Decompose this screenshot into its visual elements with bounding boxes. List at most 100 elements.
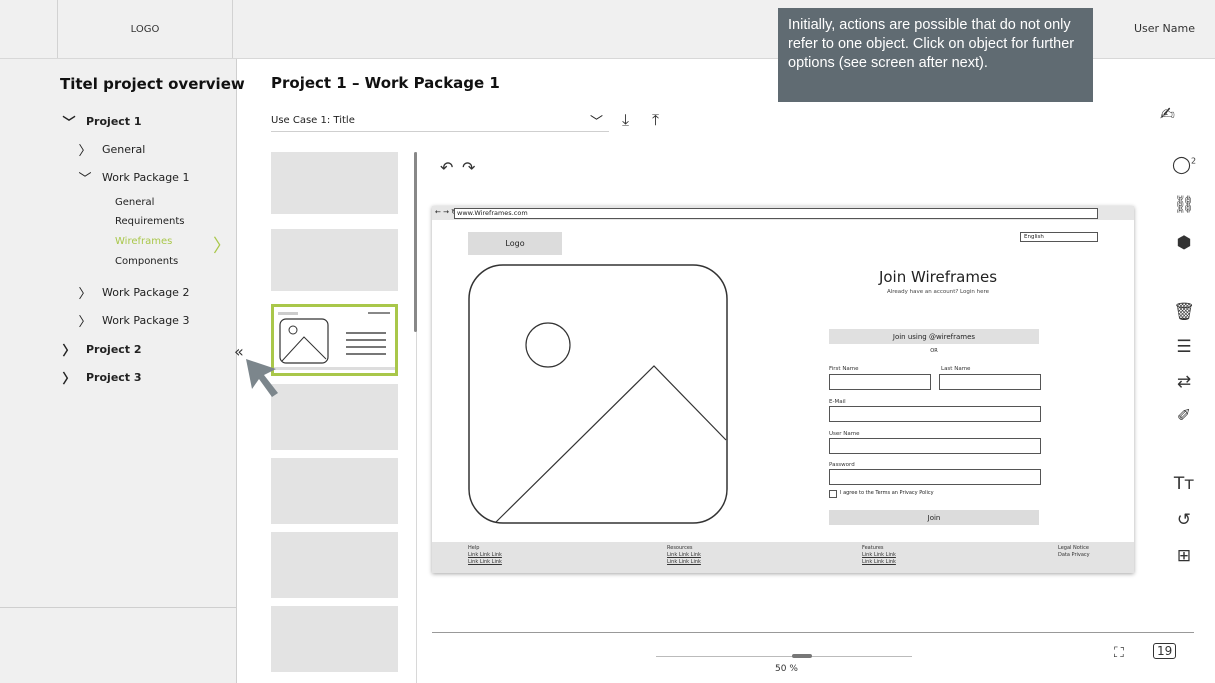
- zoom-slider-thumb[interactable]: [792, 654, 812, 658]
- page-title: Project 1 – Work Package 1: [271, 74, 500, 92]
- chevron-right-icon: 〉: [78, 287, 92, 302]
- brush-icon[interactable]: ✐: [1171, 406, 1197, 426]
- url-field: www.Wireframes.com: [454, 208, 1098, 219]
- wf-join-using-button[interactable]: Join using @wireframes: [829, 329, 1039, 344]
- redo-icon[interactable]: ↷: [462, 158, 475, 177]
- chevron-right-icon: 〉: [78, 315, 92, 330]
- comment-icon[interactable]: ◯2: [1171, 155, 1197, 175]
- tree-item-wp1[interactable]: ﹀ Work Package 1: [78, 168, 189, 187]
- wireframe-canvas[interactable]: ← → ↻ www.Wireframes.com Logo English Jo…: [432, 206, 1134, 573]
- tree-label: Project 1: [86, 115, 142, 128]
- sidebar-title: Titel project overview: [60, 75, 245, 93]
- chevron-right-icon: 〉: [78, 144, 92, 159]
- comment-count: 2: [1190, 156, 1197, 166]
- checklist-icon[interactable]: ✍: [1160, 104, 1175, 125]
- tree-item-project-2[interactable]: 〉 Project 2: [62, 340, 142, 359]
- wireframe-thumbnail[interactable]: [271, 152, 398, 214]
- wf-footer-links[interactable]: Link Link Link: [667, 559, 701, 566]
- pages-icon[interactable]: 19: [1153, 643, 1177, 659]
- info-tooltip: Initially, actions are possible that do …: [778, 8, 1093, 102]
- trash-icon[interactable]: 🗑: [1171, 302, 1197, 322]
- wf-footer-links[interactable]: Link Link Link: [468, 552, 502, 559]
- tree-item-components[interactable]: Components: [115, 256, 178, 267]
- chevron-right-icon: 〉: [213, 236, 231, 257]
- browser-bar: ← → ↻ www.Wireframes.com: [432, 206, 1134, 220]
- tree-label: Work Package 3: [102, 314, 190, 327]
- wf-or-label: OR: [930, 348, 938, 354]
- wf-footer-help: Help Link Link Link Link Link Link: [468, 545, 502, 566]
- wf-title[interactable]: Join Wireframes: [832, 268, 1044, 286]
- wf-username-input[interactable]: [829, 438, 1041, 454]
- tree-item-wp3[interactable]: 〉 Work Package 3: [78, 311, 189, 330]
- use-case-select[interactable]: Use Case 1: Title ﹀: [271, 110, 609, 132]
- wireframe-thumbnail[interactable]: [271, 532, 398, 598]
- tree-item-wp1-general[interactable]: General: [115, 197, 154, 208]
- wf-image-placeholder[interactable]: [468, 264, 730, 526]
- list-icon[interactable]: ☰: [1171, 337, 1197, 357]
- wf-footer-links[interactable]: Link Link Link: [862, 559, 896, 566]
- use-case-value: Use Case 1: Title: [271, 115, 355, 126]
- bottom-divider: [432, 632, 1194, 633]
- app-logo[interactable]: LOGO: [57, 0, 233, 58]
- wireframe-thumbnail[interactable]: [271, 606, 398, 672]
- wf-agree-label: I agree to the Terms an Privacy Policy: [840, 490, 934, 496]
- wf-join-button[interactable]: Join: [829, 510, 1039, 525]
- download-icon[interactable]: ⤓: [622, 110, 629, 130]
- wf-first-name-input[interactable]: [829, 374, 931, 390]
- chevron-right-icon: 〉: [62, 372, 76, 387]
- sidebar-divider: [0, 607, 236, 608]
- wf-footer-legal-link[interactable]: Legal Notice: [1058, 545, 1090, 552]
- wf-footer-heading: Features: [862, 545, 884, 551]
- wf-email-label: E-Mail: [829, 399, 846, 405]
- history-icon[interactable]: ↺: [1171, 510, 1197, 530]
- chevron-right-icon: 〉: [62, 344, 76, 359]
- wf-footer-resources: Resources Link Link Link Link Link Link: [667, 545, 701, 566]
- zoom-slider-track[interactable]: [656, 656, 912, 657]
- wireframe-thumbnail[interactable]: [271, 458, 398, 524]
- wf-footer-links[interactable]: Link Link Link: [667, 552, 701, 559]
- cube-icon[interactable]: ⬢: [1171, 233, 1197, 253]
- wf-footer-links[interactable]: Link Link Link: [468, 559, 502, 566]
- wf-first-name-label: First Name: [829, 366, 859, 372]
- upload-icon[interactable]: ⤒: [652, 110, 659, 130]
- wf-last-name-label: Last Name: [941, 366, 971, 372]
- wf-subtitle[interactable]: Already have an account? Login here: [832, 289, 1044, 295]
- user-name[interactable]: User Name: [1134, 22, 1195, 35]
- wireframe-thumbnail[interactable]: [271, 229, 398, 291]
- link-icon[interactable]: ⛓: [1171, 195, 1197, 215]
- logo-text: LOGO: [130, 23, 160, 35]
- tree-label: Work Package 2: [102, 286, 190, 299]
- wf-username-label: User Name: [829, 431, 860, 437]
- tree-item-wireframes[interactable]: Wireframes: [115, 236, 172, 247]
- thumbnail-scrollbar[interactable]: [414, 152, 417, 332]
- tree-label: Project 2: [86, 343, 142, 356]
- wf-footer-privacy-link[interactable]: Data Privacy: [1058, 552, 1090, 559]
- tree-label: Work Package 1: [102, 171, 190, 184]
- wf-agree-checkbox[interactable]: [829, 490, 837, 498]
- zoom-level: 50 %: [775, 664, 798, 674]
- wf-language-select[interactable]: English: [1020, 232, 1098, 242]
- wf-password-input[interactable]: [829, 469, 1041, 485]
- wf-password-label: Password: [829, 462, 855, 468]
- tree-label: Project 3: [86, 371, 142, 384]
- wf-footer-links[interactable]: Link Link Link: [862, 552, 896, 559]
- add-layer-icon[interactable]: ⊞: [1171, 546, 1197, 566]
- undo-icon[interactable]: ↶: [440, 158, 453, 177]
- tree-item-general[interactable]: 〉 General: [78, 140, 145, 159]
- chevron-down-icon: ﹀: [62, 116, 76, 131]
- tree-item-wp2[interactable]: 〉 Work Package 2: [78, 283, 189, 302]
- text-size-icon[interactable]: Tт: [1171, 474, 1197, 494]
- wf-footer-legal: Legal Notice Data Privacy: [1058, 545, 1090, 559]
- wf-email-input[interactable]: [829, 406, 1041, 422]
- tree-item-project-1[interactable]: ﹀ Project 1: [62, 112, 142, 131]
- tree-item-requirements[interactable]: Requirements: [115, 216, 185, 227]
- tree-item-project-3[interactable]: 〉 Project 3: [62, 368, 142, 387]
- fullscreen-icon[interactable]: ⛶: [1114, 645, 1124, 661]
- wf-last-name-input[interactable]: [939, 374, 1041, 390]
- swap-icon[interactable]: ⇄: [1171, 372, 1197, 392]
- chevron-down-icon: ﹀: [78, 172, 92, 187]
- thumbnail-preview: [274, 312, 395, 370]
- wf-language-value: English: [1024, 234, 1044, 240]
- wf-logo[interactable]: Logo: [468, 232, 562, 255]
- wf-footer[interactable]: Help Link Link Link Link Link Link Resou…: [432, 542, 1134, 573]
